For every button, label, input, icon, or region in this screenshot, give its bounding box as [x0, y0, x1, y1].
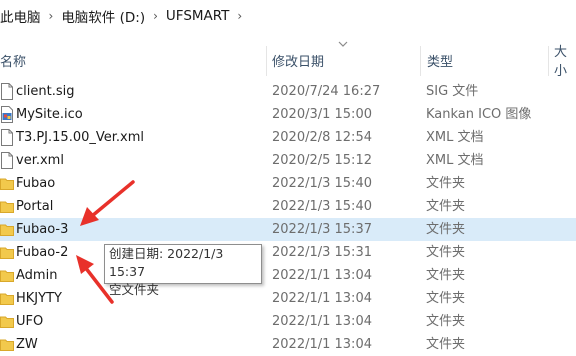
- column-divider[interactable]: [420, 46, 421, 76]
- file-date: 2020/3/1 15:00: [272, 107, 372, 122]
- column-header-size[interactable]: 大小: [554, 42, 576, 79]
- list-item[interactable]: MySite.ico 2020/3/1 15:00 Kankan ICO 图像: [0, 103, 576, 126]
- file-date: 2022/1/3 15:40: [272, 176, 372, 191]
- breadcrumb-separator-icon[interactable]: ›: [49, 9, 54, 23]
- list-item[interactable]: T3.PJ.15.00_Ver.xml 2020/2/8 12:54 XML 文…: [0, 126, 576, 149]
- list-item[interactable]: Portal 2022/1/3 15:40 文件夹: [0, 195, 576, 218]
- file-name: T3.PJ.15.00_Ver.xml: [16, 130, 145, 145]
- folder-icon: [0, 201, 14, 213]
- breadcrumb-separator-icon[interactable]: ›: [237, 9, 242, 23]
- file-date: 2022/1/1 13:04: [272, 291, 372, 306]
- file-icon: [1, 129, 13, 146]
- list-item[interactable]: ver.xml 2020/2/5 15:12 XML 文档: [0, 149, 576, 172]
- file-type: 文件夹: [426, 199, 466, 214]
- file-name: Fubao-3: [16, 222, 69, 237]
- folder-icon: [0, 247, 14, 259]
- file-name: Fubao: [16, 176, 56, 191]
- file-date: 2020/2/5 15:12: [272, 153, 372, 168]
- sort-chevron-icon: [338, 41, 348, 47]
- column-header: 名称 修改日期 类型 大小: [0, 41, 576, 79]
- folder-icon: [0, 293, 14, 305]
- file-icon: [1, 83, 13, 100]
- file-date: 2022/1/3 15:37: [272, 222, 372, 237]
- file-type: 文件夹: [426, 337, 466, 352]
- column-header-name[interactable]: 名称: [0, 42, 26, 78]
- file-type: XML 文档: [426, 153, 484, 168]
- file-name: UFO: [16, 314, 44, 329]
- list-item-selected[interactable]: Fubao-3 2022/1/3 15:37 文件夹: [0, 218, 576, 241]
- breadcrumb-ufsmart[interactable]: UFSMART: [166, 8, 230, 24]
- list-item[interactable]: ZW 2022/1/1 13:04 文件夹: [0, 333, 576, 356]
- column-divider[interactable]: [266, 46, 267, 76]
- file-type: SIG 文件: [426, 84, 479, 99]
- file-name: ZW: [16, 337, 38, 352]
- file-name: client.sig: [16, 84, 75, 99]
- file-type: 文件夹: [426, 268, 466, 283]
- file-type: 文件夹: [426, 222, 466, 237]
- breadcrumb-drive-d[interactable]: 电脑软件 (D:): [61, 6, 145, 26]
- list-item[interactable]: Fubao 2022/1/3 15:40 文件夹: [0, 172, 576, 195]
- file-icon: [1, 152, 13, 169]
- breadcrumb-this-pc[interactable]: 此电脑: [0, 6, 41, 26]
- file-name: Fubao-2: [16, 245, 69, 260]
- file-name: Admin: [16, 268, 58, 283]
- list-item[interactable]: HKJYTY 2022/1/1 13:04 文件夹: [0, 287, 576, 310]
- column-header-type[interactable]: 类型: [427, 42, 453, 78]
- tooltip-created-date: 创建日期: 2022/1/3 15:37: [109, 246, 224, 279]
- breadcrumb: 此电脑 › 电脑软件 (D:) › UFSMART ›: [0, 0, 576, 32]
- file-type: XML 文档: [426, 130, 484, 145]
- folder-icon: [0, 316, 14, 328]
- list-item[interactable]: client.sig 2020/7/24 16:27 SIG 文件: [0, 80, 576, 103]
- folder-tooltip: 创建日期: 2022/1/3 15:37 空文件夹: [104, 244, 262, 297]
- file-date: 2022/1/3 15:31: [272, 245, 372, 260]
- list-item[interactable]: UFO 2022/1/1 13:04 文件夹: [0, 310, 576, 333]
- list-item[interactable]: Admin 2022/1/1 13:04 文件夹: [0, 264, 576, 287]
- breadcrumb-separator-icon[interactable]: ›: [153, 9, 158, 23]
- file-name: MySite.ico: [16, 107, 83, 122]
- folder-icon: [0, 270, 14, 282]
- file-type: 文件夹: [426, 176, 466, 191]
- file-date: 2022/1/1 13:04: [272, 337, 372, 352]
- file-name: Portal: [16, 199, 54, 214]
- ico-image-icon: [1, 106, 13, 123]
- file-type: Kankan ICO 图像: [426, 107, 532, 122]
- list-item[interactable]: Fubao-2 2022/1/3 15:31 文件夹: [0, 241, 576, 264]
- column-divider[interactable]: [548, 46, 549, 76]
- file-name: ver.xml: [16, 153, 64, 168]
- file-date: 2022/1/1 13:04: [272, 314, 372, 329]
- tooltip-empty-folder: 空文件夹: [109, 282, 160, 297]
- file-type: 文件夹: [426, 291, 466, 306]
- file-date: 2022/1/3 15:40: [272, 199, 372, 214]
- folder-icon: [0, 178, 14, 190]
- file-type: 文件夹: [426, 314, 466, 329]
- folder-icon: [0, 339, 14, 351]
- column-header-date[interactable]: 修改日期: [272, 42, 324, 78]
- file-type: 文件夹: [426, 245, 466, 260]
- file-date: 2020/7/24 16:27: [272, 84, 381, 99]
- file-date: 2020/2/8 12:54: [272, 130, 372, 145]
- file-name: HKJYTY: [16, 291, 62, 306]
- folder-icon: [0, 224, 14, 236]
- file-date: 2022/1/1 13:04: [272, 268, 372, 283]
